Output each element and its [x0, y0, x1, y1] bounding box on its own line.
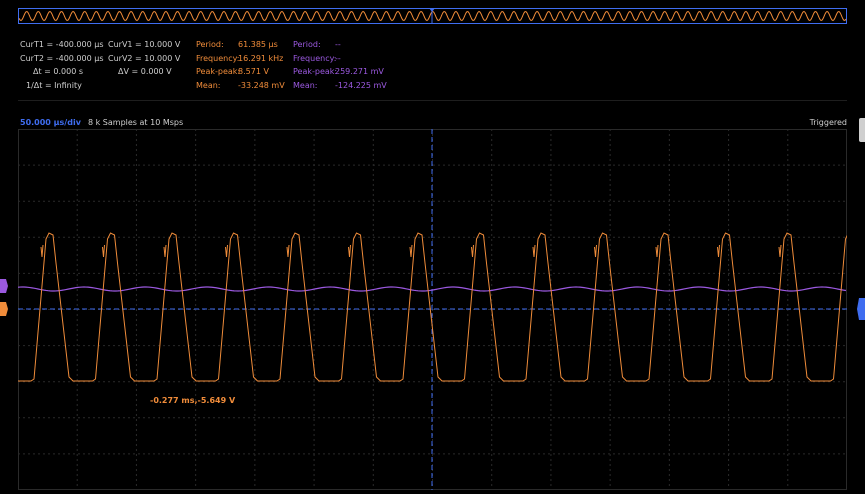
ch1-offset-marker-icon[interactable] [0, 302, 8, 316]
ch2-frequency-value: -- [335, 54, 341, 63]
curt1-readout: CurT1 = -400.000 µs [20, 40, 104, 49]
ch2-offset-marker-icon[interactable] [0, 279, 8, 293]
scroll-handle-icon[interactable] [859, 118, 865, 142]
waveform-overview[interactable] [18, 8, 847, 24]
ch2-peak-peak-value: 259.271 mV [335, 67, 384, 76]
curt2-readout: CurT2 = -400.000 µs [20, 54, 104, 63]
ch1-frequency-label: Frequency: [196, 54, 240, 63]
ch1-period-value: 61.385 µs [238, 40, 278, 49]
curv2-readout: CurV2 = 10.000 V [108, 54, 181, 63]
curv1-readout: CurV1 = 10.000 V [108, 40, 181, 49]
sample-rate-readout: 8 k Samples at 10 Msps [88, 118, 184, 127]
ch1-frequency-value: 16.291 kHz [238, 54, 284, 63]
ch2-period-label: Period: [293, 40, 321, 49]
ch1-period-label: Period: [196, 40, 224, 49]
oscilloscope-plot[interactable] [18, 129, 847, 490]
trigger-status: Triggered [809, 118, 847, 127]
trigger-level-marker-icon[interactable] [857, 298, 865, 320]
measurement-separator [18, 100, 847, 101]
timebase-readout[interactable]: 50.000 µs/div [20, 118, 81, 127]
ch1-mean-label: Mean: [196, 81, 221, 90]
ch2-mean-value: -124.225 mV [335, 81, 387, 90]
ch2-period-value: -- [335, 40, 341, 49]
ch1-peak-peak-value: 8.571 V [238, 67, 269, 76]
inverse-delta-t-readout: 1/Δt = Infinity [26, 81, 82, 90]
delta-t-readout: Δt = 0.000 s [33, 67, 84, 76]
ch1-mean-value: -33.248 mV [238, 81, 285, 90]
ch2-peak-peak-label: Peak-peak: [293, 67, 338, 76]
ch2-frequency-label: Frequency: [293, 54, 337, 63]
delta-v-readout: ΔV = 0.000 V [118, 67, 172, 76]
ch2-mean-label: Mean: [293, 81, 318, 90]
ch1-peak-peak-label: Peak-peak: [196, 67, 241, 76]
cursor-readout: -0.277 ms,-5.649 V [150, 396, 236, 405]
